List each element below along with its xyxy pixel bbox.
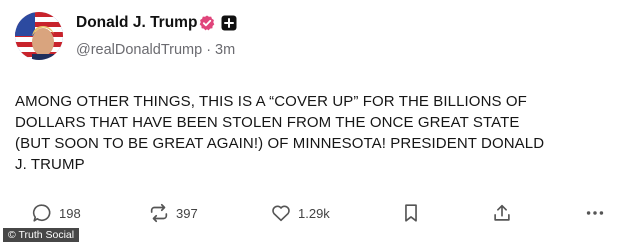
avatar[interactable] — [15, 12, 63, 60]
watermark: © Truth Social — [3, 228, 80, 242]
action-bar: 198 397 1.29k — [0, 200, 634, 226]
retruth-icon — [150, 203, 168, 223]
avatar-image — [15, 12, 63, 60]
post-text: AMONG OTHER THINGS, THIS IS A “COVER UP”… — [15, 93, 545, 173]
separator-dot: · — [206, 42, 212, 58]
reply-count: 198 — [59, 205, 81, 221]
share-icon — [494, 204, 510, 221]
post-card: Donald J. Trump @realDonaldTrump · 3m AMON… — [0, 0, 634, 242]
plus-square-icon — [221, 15, 237, 31]
bookmark-button[interactable] — [400, 200, 422, 226]
handle-line: @realDonaldTrump · 3m — [76, 40, 235, 60]
share-button[interactable] — [491, 200, 513, 226]
retruth-count: 397 — [176, 205, 198, 221]
verified-badge-icon — [199, 15, 215, 31]
reply-icon — [32, 204, 51, 222]
bookmark-icon — [405, 204, 417, 222]
more-icon — [586, 211, 604, 215]
handle[interactable]: @realDonaldTrump — [76, 42, 202, 58]
like-count: 1.29k — [298, 205, 330, 221]
reply-button[interactable]: 198 — [31, 200, 81, 226]
like-button[interactable]: 1.29k — [270, 200, 330, 226]
retruth-button[interactable]: 397 — [148, 200, 198, 226]
timestamp[interactable]: 3m — [215, 42, 235, 58]
heart-icon — [272, 205, 290, 222]
display-name[interactable]: Donald J. Trump — [76, 13, 197, 33]
more-button[interactable] — [584, 200, 606, 226]
